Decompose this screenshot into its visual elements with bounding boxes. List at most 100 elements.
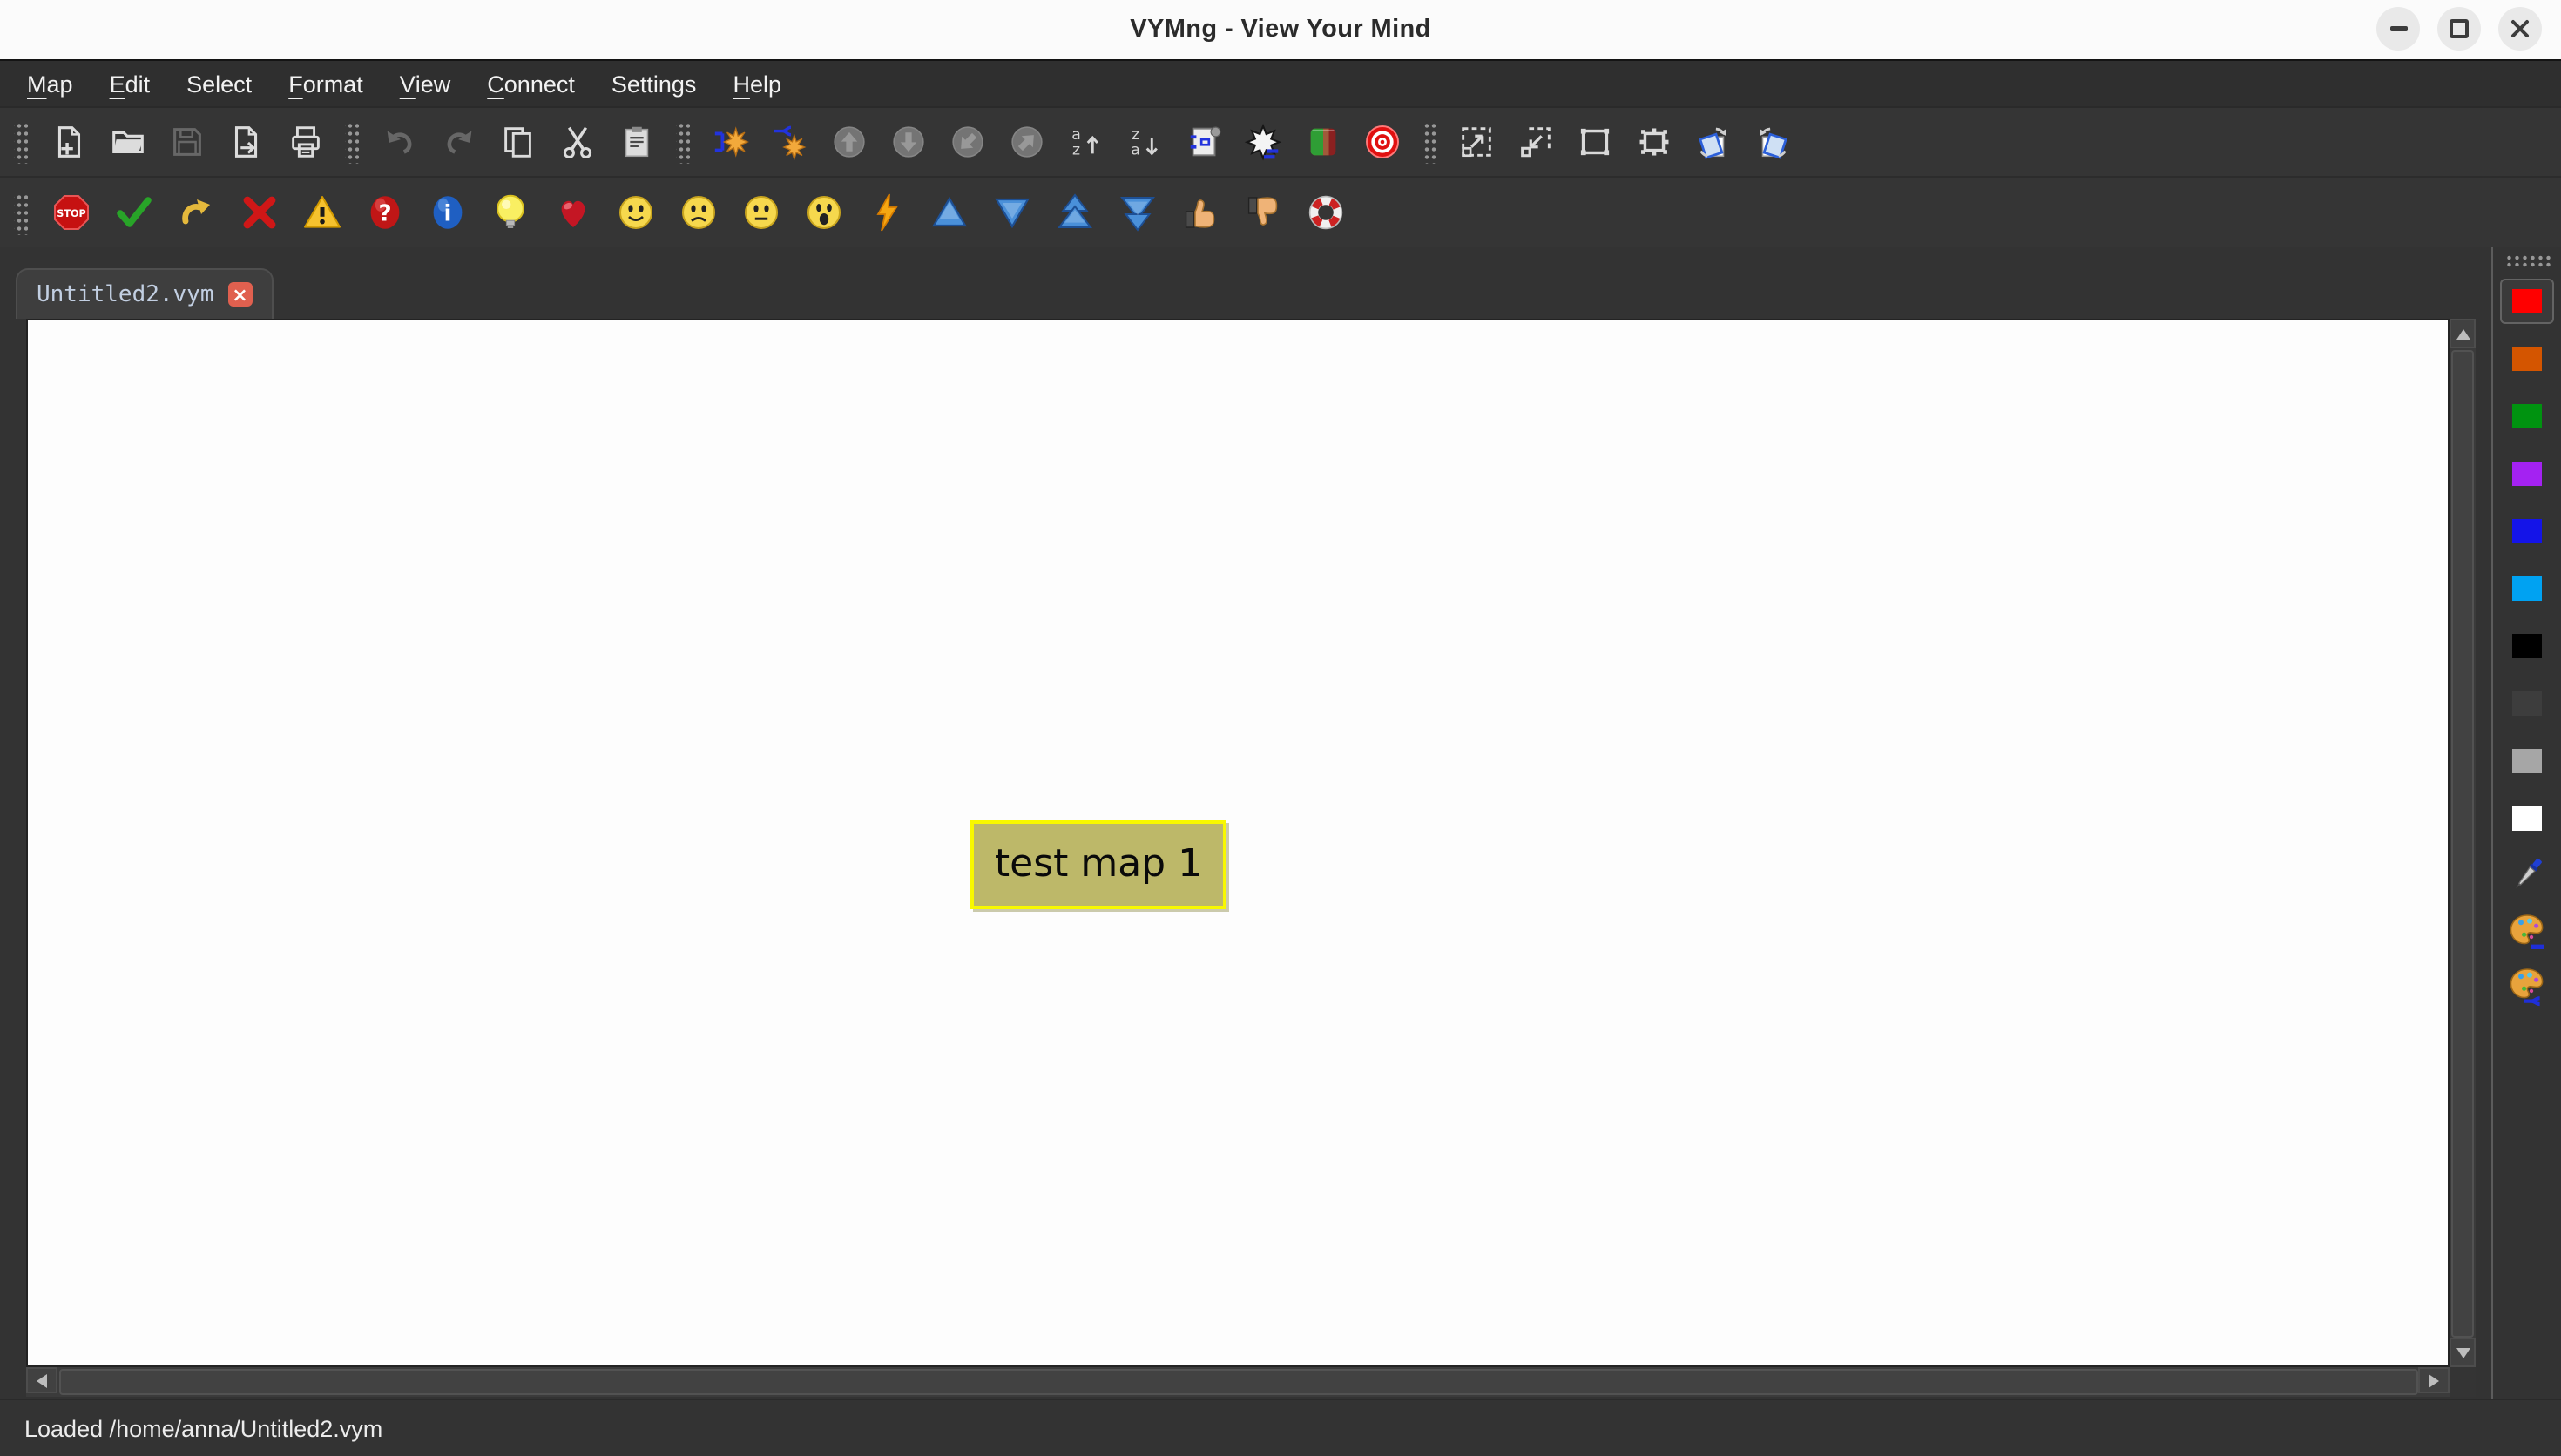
- color-swatch-orange[interactable]: [2512, 346, 2542, 370]
- move-branch-out-button[interactable]: [1002, 116, 1051, 168]
- copy-button[interactable]: [493, 116, 542, 168]
- arrow-2up-flag-button[interactable]: [1051, 186, 1099, 239]
- move-branch-in-button[interactable]: [943, 116, 991, 168]
- center-on-selection-button[interactable]: [1629, 116, 1678, 168]
- close-button[interactable]: [2498, 7, 2542, 51]
- tab-untitled2[interactable]: Untitled2.vym ×: [16, 268, 274, 319]
- horizontal-scrollbar-thumb[interactable]: [59, 1369, 2418, 1395]
- zoom-out-button[interactable]: [1510, 116, 1559, 168]
- color-swatch-gray[interactable]: [2512, 748, 2542, 772]
- minimize-button[interactable]: [2376, 7, 2420, 51]
- warning-flag-button[interactable]: [298, 186, 347, 239]
- lamp-flag-button[interactable]: [486, 186, 535, 239]
- arrow-down-flag-button[interactable]: [988, 186, 1037, 239]
- add-branch-before-icon: [773, 125, 806, 161]
- color-subtree-button[interactable]: [2493, 958, 2561, 1014]
- map-center-node[interactable]: test map 1: [970, 820, 1226, 909]
- smiley-omg-flag-button[interactable]: [800, 186, 848, 239]
- arrow-2down-flag-button[interactable]: [1113, 186, 1162, 239]
- hook-flag-button[interactable]: [172, 186, 221, 239]
- triangle-left-icon: [37, 1373, 47, 1387]
- toggle-standard-flags-button[interactable]: [1298, 116, 1347, 168]
- scroll-down-button[interactable]: [2450, 1338, 2476, 1367]
- toggle-target-button[interactable]: [1357, 116, 1406, 168]
- save-map-button[interactable]: [162, 116, 211, 168]
- menu-map[interactable]: Map: [9, 61, 91, 106]
- menu-select[interactable]: Select: [168, 61, 270, 106]
- rotate-clockwise-button[interactable]: [1747, 116, 1796, 168]
- open-map-button[interactable]: [103, 116, 152, 168]
- arrow-up-flag-button[interactable]: [925, 186, 974, 239]
- menu-connect[interactable]: Connect: [469, 61, 593, 106]
- color-branch-button[interactable]: [2493, 902, 2561, 958]
- redo-button[interactable]: [434, 116, 483, 168]
- move-branch-down-button[interactable]: [883, 116, 932, 168]
- toolbar-drag-handle[interactable]: [676, 120, 690, 164]
- new-map-button[interactable]: [44, 116, 92, 168]
- unscroll-children-icon: [1243, 123, 1281, 161]
- rotate-counterclockwise-button[interactable]: [1688, 116, 1737, 168]
- flash-flag-button[interactable]: [862, 186, 911, 239]
- stopsign-flag-button[interactable]: STOP: [47, 186, 96, 239]
- menu-format[interactable]: Format: [270, 61, 382, 106]
- paste-button[interactable]: [612, 116, 660, 168]
- color-swatch-white[interactable]: [2512, 806, 2542, 830]
- zoom-reset-button[interactable]: [1570, 116, 1618, 168]
- vertical-scrollbar-thumb[interactable]: [2451, 350, 2474, 1338]
- smiley-good-flag-button[interactable]: [612, 186, 660, 239]
- toolbar-drag-handle[interactable]: [14, 120, 28, 164]
- move-branch-up-button[interactable]: [824, 116, 873, 168]
- horizontal-scrollbar[interactable]: [26, 1367, 2450, 1397]
- scroll-up-button[interactable]: [2450, 319, 2476, 348]
- question-flag-button[interactable]: ?: [361, 186, 409, 239]
- tab-bar: Untitled2.vym ×: [0, 247, 2561, 319]
- thumb-up-flag-button[interactable]: [1176, 186, 1225, 239]
- ok-flag-button[interactable]: [110, 186, 159, 239]
- menu-view[interactable]: View: [382, 61, 470, 106]
- color-swatch-blue[interactable]: [2512, 518, 2542, 543]
- stopsign-flag-icon: STOP: [54, 195, 89, 230]
- export-map-button[interactable]: [221, 116, 270, 168]
- pick-color-button[interactable]: [2493, 846, 2561, 902]
- toolbar-drag-handle[interactable]: [14, 191, 28, 234]
- add-branch-before-button[interactable]: [765, 116, 814, 168]
- tab-close-button[interactable]: ×: [227, 282, 253, 307]
- heart-flag-button[interactable]: [549, 186, 598, 239]
- add-branch-button[interactable]: [706, 116, 754, 168]
- cut-button[interactable]: [552, 116, 601, 168]
- menu-help[interactable]: Help: [714, 61, 800, 106]
- color-swatch-green[interactable]: [2512, 403, 2542, 428]
- zoom-in-button[interactable]: [1451, 116, 1500, 168]
- menu-settings[interactable]: Settings: [593, 61, 715, 106]
- restore-button[interactable]: [2437, 7, 2481, 51]
- smiley-neutral-flag-button[interactable]: [737, 186, 786, 239]
- vertical-scrollbar[interactable]: [2450, 319, 2476, 1367]
- menu-edit[interactable]: Edit: [91, 61, 169, 106]
- cross-flag-button[interactable]: [235, 186, 284, 239]
- print-map-button[interactable]: [280, 116, 329, 168]
- lifebelt-flag-button[interactable]: [1301, 186, 1350, 239]
- color-swatch-red[interactable]: [2512, 288, 2542, 313]
- color-swatch-black[interactable]: [2512, 633, 2542, 657]
- thumb-down-flag-button[interactable]: [1239, 186, 1287, 239]
- sort-descending-button[interactable]: za: [1120, 116, 1169, 168]
- map-canvas[interactable]: test map 1: [26, 319, 2450, 1367]
- toolbar-drag-handle[interactable]: [2504, 254, 2550, 268]
- scroll-left-button[interactable]: [26, 1367, 57, 1393]
- sort-ascending-button[interactable]: az: [1061, 116, 1110, 168]
- smiley-sad-flag-button[interactable]: [674, 186, 723, 239]
- info-flag-button[interactable]: i: [423, 186, 472, 239]
- scroll-branch-button[interactable]: [1179, 116, 1228, 168]
- toolbar-drag-handle[interactable]: [345, 120, 359, 164]
- scroll-right-button[interactable]: [2418, 1367, 2450, 1393]
- toolbar-drag-handle[interactable]: [1422, 120, 1436, 164]
- unscroll-children-button[interactable]: [1239, 116, 1287, 168]
- triangle-up-icon: [2456, 328, 2470, 339]
- zoom-in-icon: [1461, 127, 1490, 158]
- color-subtree-icon: [2509, 968, 2543, 1007]
- scroll-branch-icon: [1189, 126, 1220, 157]
- undo-button[interactable]: [375, 116, 423, 168]
- color-swatch-lightblue[interactable]: [2512, 576, 2542, 600]
- color-swatch-purple[interactable]: [2512, 461, 2542, 485]
- color-swatch-darkgray[interactable]: [2512, 691, 2542, 715]
